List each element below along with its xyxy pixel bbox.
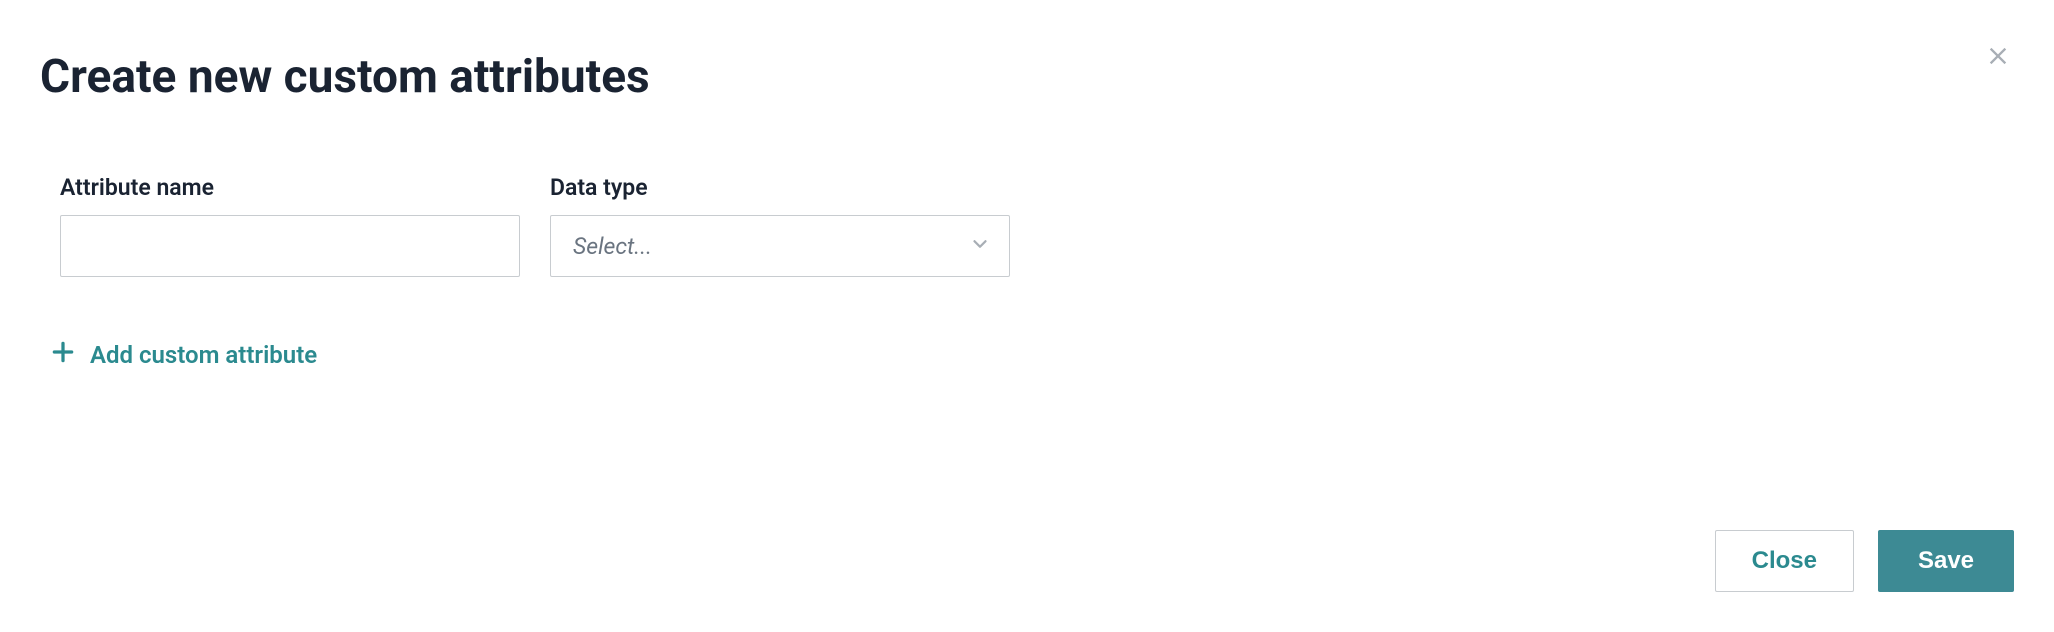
attribute-name-group: Attribute name: [60, 174, 520, 277]
attribute-name-input[interactable]: [60, 215, 520, 277]
close-button[interactable]: Close: [1715, 530, 1854, 592]
save-button[interactable]: Save: [1878, 530, 2014, 592]
close-button-label: Close: [1752, 547, 1817, 575]
data-type-label: Data type: [550, 174, 1010, 201]
chevron-down-icon: [969, 233, 991, 259]
dialog-footer: Close Save: [1715, 530, 2014, 592]
attribute-name-label: Attribute name: [60, 174, 520, 201]
plus-icon: [50, 339, 76, 371]
data-type-placeholder: Select...: [573, 233, 969, 260]
close-icon[interactable]: [1982, 40, 2014, 72]
add-link-label: Add custom attribute: [90, 341, 317, 369]
data-type-select[interactable]: Select...: [550, 215, 1010, 277]
add-custom-attribute-link[interactable]: Add custom attribute: [50, 339, 317, 371]
save-button-label: Save: [1918, 547, 1974, 575]
form-row: Attribute name Data type Select...: [40, 174, 2014, 277]
dialog-title: Create new custom attributes: [40, 50, 2014, 104]
data-type-group: Data type Select...: [550, 174, 1010, 277]
